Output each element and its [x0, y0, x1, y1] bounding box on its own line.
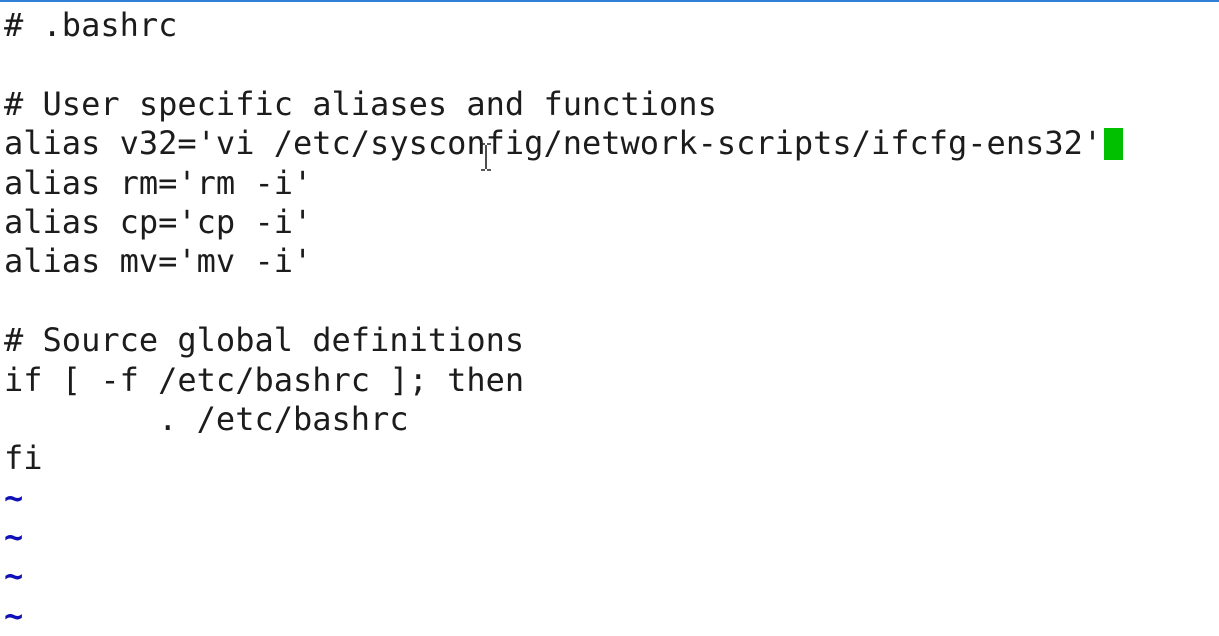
- editor-line-10[interactable]: if [ -f /etc/bashrc ]; then: [4, 361, 1214, 400]
- empty-line-marker: ~: [4, 478, 24, 517]
- editor-line-11[interactable]: . /etc/bashrc: [4, 400, 1214, 439]
- editor-line-3[interactable]: # User specific aliases and functions: [4, 85, 1214, 124]
- vim-editor-buffer[interactable]: # .bashrc # User specific aliases and fu…: [4, 6, 1214, 635]
- editor-line-12[interactable]: fi: [4, 439, 1214, 478]
- editor-line-8[interactable]: [4, 282, 1214, 321]
- editor-line-4-text: alias v32='vi /etc/sysconfig/network-scr…: [4, 124, 1103, 163]
- text-cursor-icon: [1104, 128, 1124, 161]
- empty-line-marker: ~: [4, 596, 24, 635]
- editor-line-9[interactable]: # Source global definitions: [4, 321, 1214, 360]
- editor-line-7[interactable]: alias mv='mv -i': [4, 242, 1214, 281]
- editor-line-4[interactable]: alias v32='vi /etc/sysconfig/network-scr…: [4, 124, 1214, 163]
- editor-line-1[interactable]: # .bashrc: [4, 6, 1214, 45]
- editor-line-6[interactable]: alias cp='cp -i': [4, 203, 1214, 242]
- editor-line-2[interactable]: [4, 45, 1214, 84]
- empty-line-marker: ~: [4, 518, 24, 557]
- editor-line-5[interactable]: alias rm='rm -i': [4, 164, 1214, 203]
- ibeam-pointer-icon: [481, 143, 491, 171]
- window-top-border: [0, 0, 1219, 2]
- empty-line-marker: ~: [4, 557, 24, 596]
